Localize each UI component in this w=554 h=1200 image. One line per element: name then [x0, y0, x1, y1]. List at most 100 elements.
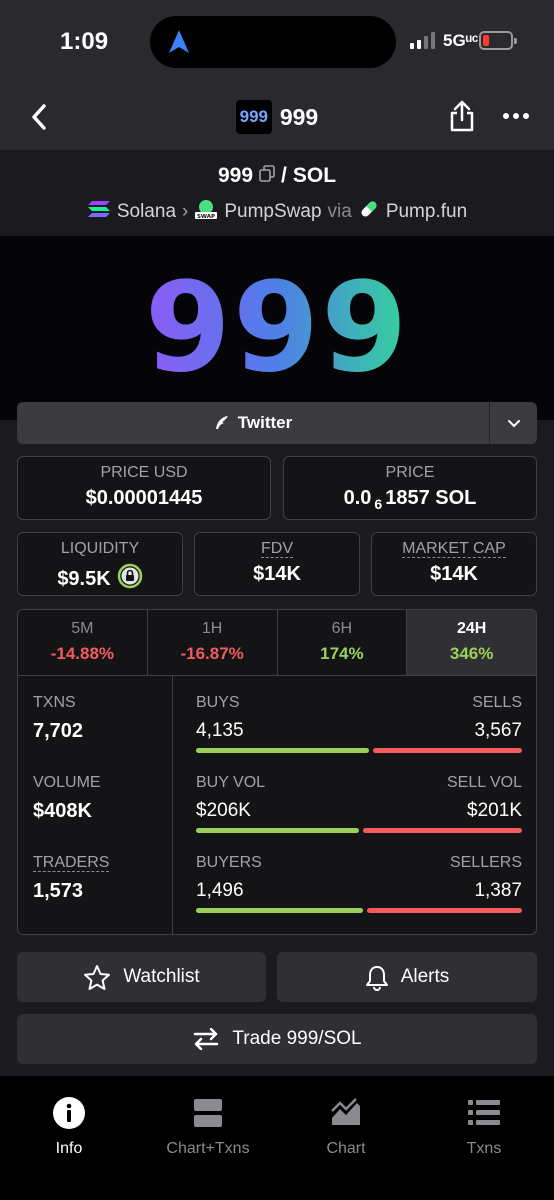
market-cap-card: MARKET CAP $14K — [371, 532, 537, 596]
status-bar: 1:09 5Gᵘᶜ — [0, 0, 554, 86]
tab-chart-txns[interactable]: Chart+Txns — [148, 1096, 268, 1158]
info-content: Twitter PRICE USD $0.00001445 PRICE 0.0 … — [0, 402, 554, 1076]
lock-icon[interactable] — [117, 563, 143, 595]
traders-stat: TRADERS 1,573 — [33, 854, 110, 903]
feather-icon — [215, 416, 228, 429]
traders-label[interactable]: TRADERS — [33, 854, 110, 872]
watchlist-label: Watchlist — [123, 966, 200, 987]
watchlist-button[interactable]: Watchlist — [17, 952, 266, 1002]
tab-txns[interactable]: Txns — [424, 1096, 544, 1158]
traders-value: 1,573 — [33, 880, 84, 902]
nav-bar: 999 999 — [0, 86, 554, 150]
list-icon — [468, 1100, 500, 1125]
battery-icon — [479, 31, 517, 50]
info-icon — [53, 1097, 85, 1129]
trade-label: Trade 999/SOL — [232, 1028, 362, 1049]
twitter-button[interactable]: Twitter — [17, 402, 489, 444]
liquidity-label: LIQUIDITY — [60, 540, 140, 557]
volume-split-row: BUY VOL SELL VOL $206K $201K — [196, 774, 522, 844]
pair-quote: SOL — [292, 164, 337, 187]
pumpswap-icon: SWAP — [194, 198, 218, 226]
solana-icon — [87, 200, 111, 224]
fdv-card: FDV $14K — [194, 532, 360, 596]
swap-arrows-icon — [194, 1028, 219, 1050]
token-banner: 999 — [0, 236, 554, 420]
tab-info[interactable]: Info — [9, 1096, 129, 1158]
share-button[interactable] — [444, 98, 480, 134]
timeframe-tabs: 5M -14.88% 1H -16.87% 6H 174% 24H 346% — [18, 610, 536, 676]
change-1h: -16.87% — [180, 644, 244, 663]
buyers-value: 1,496 — [196, 880, 244, 901]
alerts-button[interactable]: Alerts — [277, 952, 537, 1002]
pair-line: 999 / SOL — [0, 164, 554, 188]
star-icon — [84, 964, 111, 990]
status-time: 1:09 — [60, 28, 109, 55]
social-dropdown-button[interactable] — [489, 402, 537, 444]
network-type: 5Gᵘᶜ — [443, 31, 479, 50]
split-view-icon — [194, 1099, 222, 1127]
tab-chart[interactable]: Chart — [286, 1096, 406, 1158]
change-5m: -14.88% — [50, 644, 115, 663]
price-native-label: PRICE — [385, 464, 435, 481]
bottom-tab-bar: Info Chart+Txns Chart Txns — [0, 1076, 554, 1200]
more-options-button[interactable] — [496, 102, 536, 130]
token-logo: 999 — [235, 100, 272, 134]
liquidity-value: $9.5K — [57, 567, 111, 590]
change-6h: 174% — [320, 644, 364, 663]
launchpad-link[interactable]: Pump.fun — [386, 201, 467, 223]
tab-6h[interactable]: 6H 174% — [278, 610, 408, 675]
banner-text: 999 — [144, 256, 410, 400]
makers-split-row: BUYERS SELLERS 1,496 1,387 — [196, 854, 522, 924]
price-native-card: PRICE 0.0 6 1857 SOL — [283, 456, 537, 520]
buys-sells-row: BUYS SELLS 4,135 3,567 — [196, 694, 522, 764]
buys-value: 4,135 — [196, 720, 244, 741]
via-label: via — [327, 201, 352, 222]
price-prefix: 0.0 — [343, 487, 372, 509]
chevron-down-icon — [507, 419, 520, 427]
price-native-value: 0.0 6 1857 SOL — [284, 487, 536, 512]
dex-link[interactable]: PumpSwap — [224, 201, 321, 223]
copy-icon[interactable] — [259, 164, 275, 188]
area-chart-icon — [331, 1098, 360, 1125]
sells-value: 3,567 — [474, 720, 522, 741]
liquidity-card: LIQUIDITY $9.5K — [17, 532, 183, 596]
token-name: 999 — [279, 103, 319, 130]
change-24h: 346% — [449, 644, 494, 663]
buys-sells-bar — [196, 748, 522, 753]
totals-column: TXNS 7,702 VOLUME $408K TRADERS 1,573 — [18, 676, 173, 934]
svg-text:SWAP: SWAP — [197, 214, 215, 220]
price-usd-value: $0.00001445 — [85, 487, 203, 509]
tab-5m[interactable]: 5M -14.88% — [18, 610, 148, 675]
social-links-bar: Twitter — [17, 402, 537, 444]
price-zero-count: 6 — [374, 495, 383, 512]
fdv-value: $14K — [253, 563, 301, 585]
volume-value: $408K — [33, 800, 92, 822]
route-line: Solana › SWAP PumpSwap via Pump.fun — [0, 198, 554, 226]
volume-split-bar — [196, 828, 522, 833]
txns-value: 7,702 — [33, 720, 84, 742]
makers-split-bar — [196, 908, 522, 913]
price-usd-card: PRICE USD $0.00001445 — [17, 456, 271, 520]
stats-panel: 5M -14.88% 1H -16.87% 6H 174% 24H 346% T… — [17, 609, 537, 935]
txns-stat: TXNS 7,702 — [33, 694, 84, 742]
pair-header: 999 / SOL Solana › SWAP PumpSwap via Pum… — [0, 150, 554, 236]
market-cap-label[interactable]: MARKET CAP — [402, 540, 506, 558]
tab-1h[interactable]: 1H -16.87% — [148, 610, 278, 675]
sell-vol-value: $201K — [467, 800, 522, 821]
fdv-label[interactable]: FDV — [261, 540, 293, 558]
signal-strength-icon — [410, 32, 435, 49]
share-icon — [450, 100, 474, 132]
location-arrow-icon — [168, 29, 190, 60]
liquidity-value-row: $9.5K — [18, 563, 182, 595]
trade-button[interactable]: Trade 999/SOL — [17, 1014, 537, 1064]
pump-fun-icon — [358, 198, 380, 226]
chain-link[interactable]: Solana — [117, 201, 176, 223]
tab-24h[interactable]: 24H 346% — [407, 610, 536, 675]
pair-base: 999 — [217, 164, 254, 187]
bell-icon — [365, 965, 388, 991]
pair-separator: / — [281, 164, 287, 187]
price-usd-label: PRICE USD — [100, 464, 188, 481]
alerts-label: Alerts — [400, 966, 450, 987]
sellers-value: 1,387 — [474, 880, 522, 901]
chevron-right-icon: › — [182, 201, 189, 222]
